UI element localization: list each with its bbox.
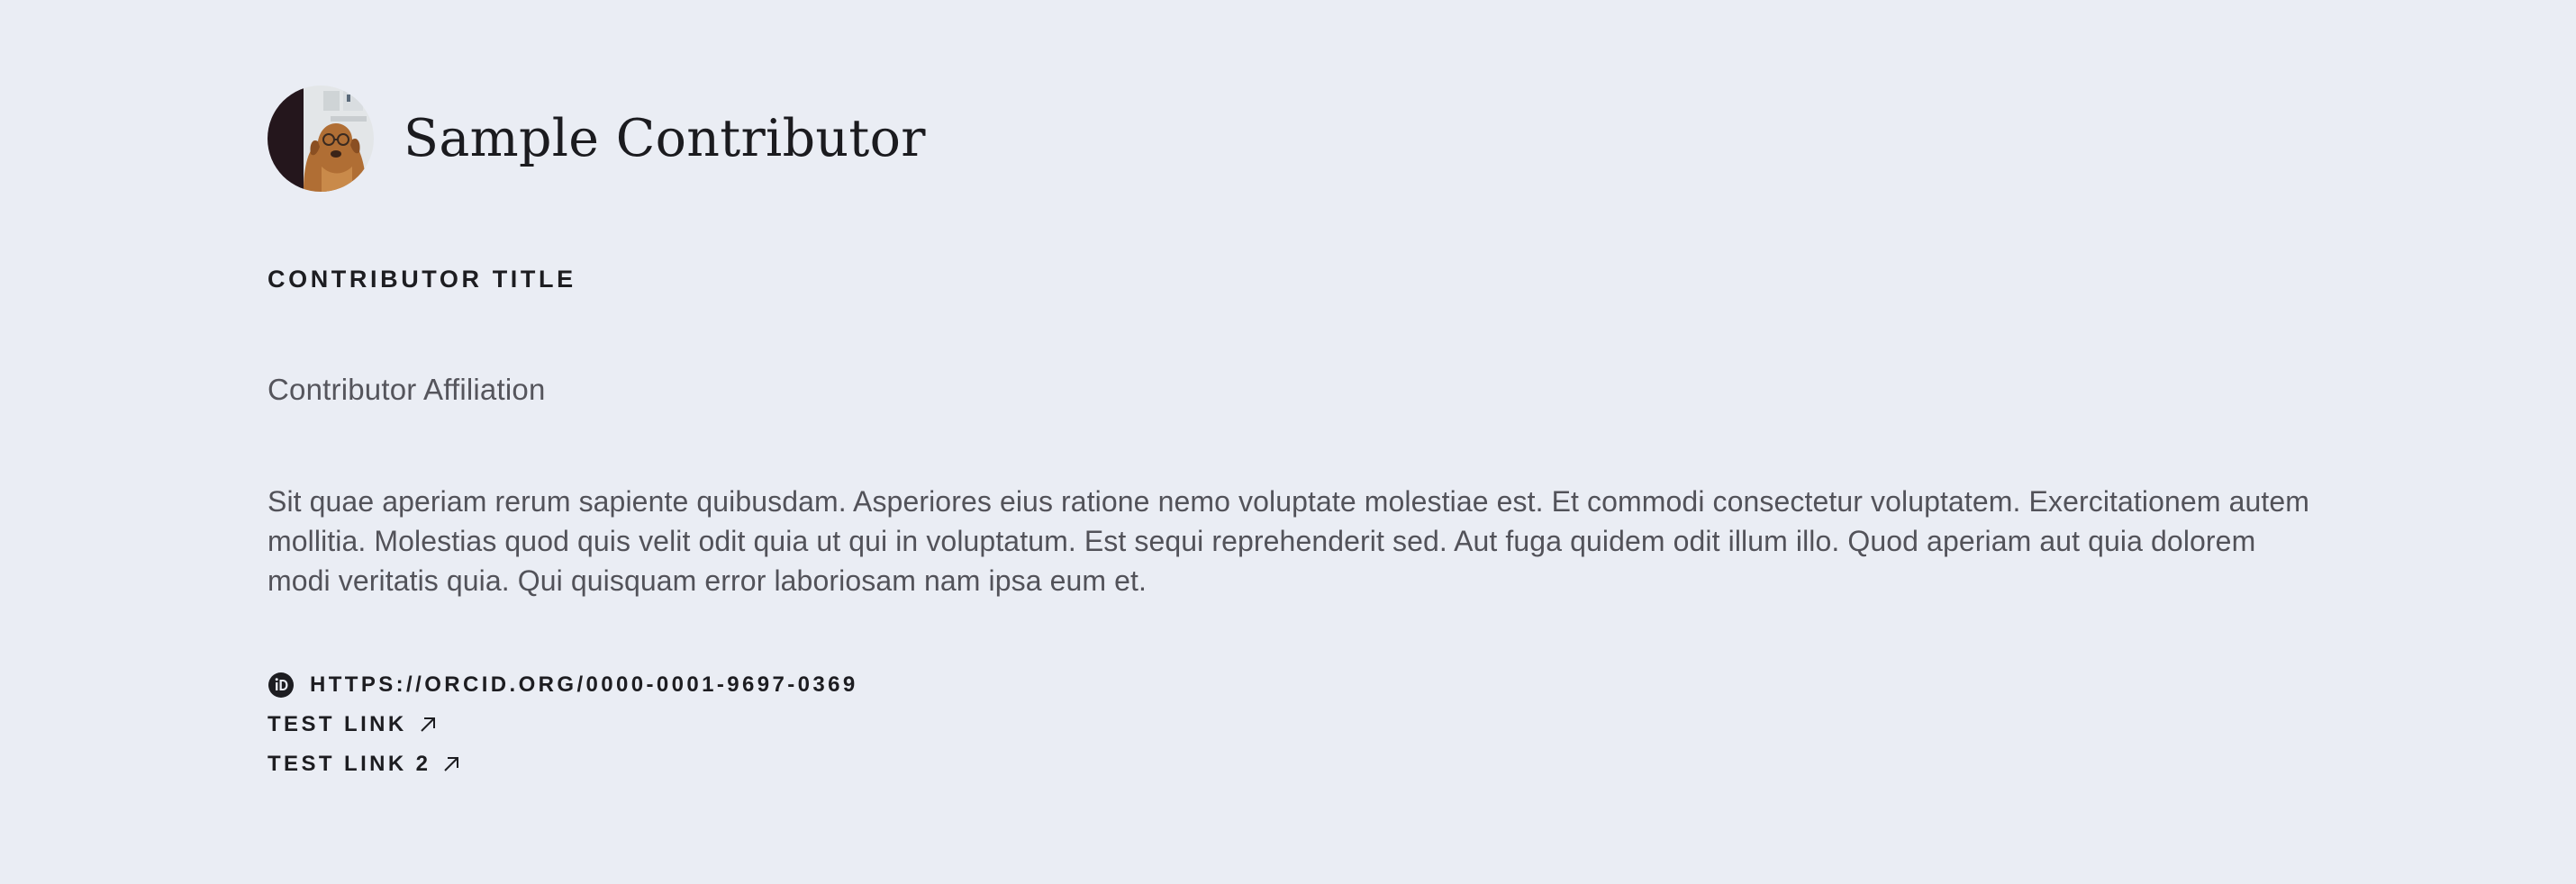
- test-link[interactable]: TEST LINK: [268, 710, 2321, 739]
- contributor-profile: Sample Contributor CONTRIBUTOR TITLE Con…: [268, 85, 2321, 779]
- test-link-2[interactable]: TEST LINK 2: [268, 750, 2321, 779]
- avatar-photo-dog-icon: [268, 86, 374, 192]
- orcid-icon: [268, 672, 295, 699]
- contributor-header: Sample Contributor: [268, 85, 2321, 193]
- orcid-link[interactable]: HTTPS://ORCID.ORG/0000-0001-9697-0369: [268, 671, 2321, 699]
- avatar: [268, 86, 374, 192]
- contributor-affiliation: Contributor Affiliation: [268, 373, 546, 406]
- external-arrow-icon: [418, 715, 438, 735]
- contributor-title: CONTRIBUTOR TITLE: [268, 266, 576, 293]
- contributor-links: HTTPS://ORCID.ORG/0000-0001-9697-0369 TE…: [268, 671, 2321, 779]
- test-link-2-label[interactable]: TEST LINK 2: [268, 753, 431, 775]
- orcid-link-label[interactable]: HTTPS://ORCID.ORG/0000-0001-9697-0369: [310, 674, 858, 696]
- contributor-name: Sample Contributor: [404, 108, 926, 168]
- contributor-bio: Sit quae aperiam rerum sapiente quibusda…: [268, 485, 2310, 597]
- test-link-label[interactable]: TEST LINK: [268, 714, 407, 735]
- external-arrow-icon: [441, 754, 461, 774]
